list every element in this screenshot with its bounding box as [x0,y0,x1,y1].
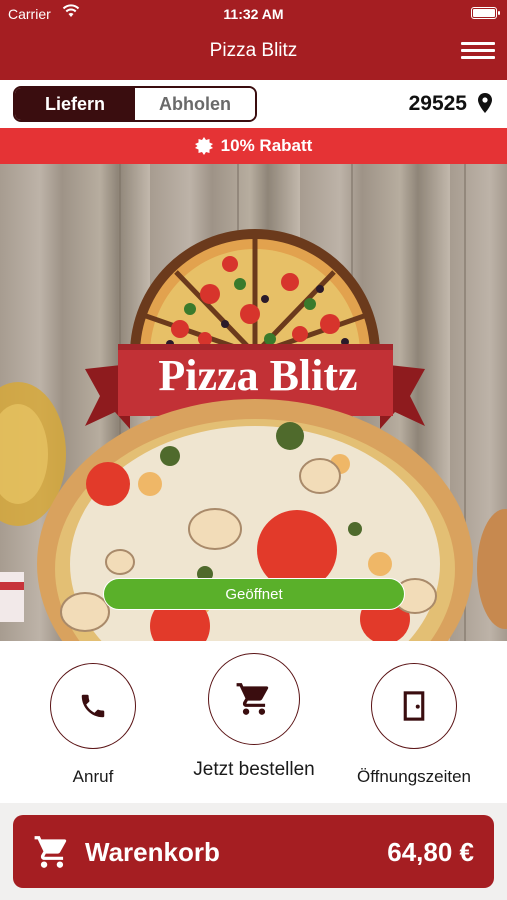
hamburger-menu-icon[interactable] [461,38,495,64]
order-action[interactable]: Jetzt bestellen [184,653,324,781]
order-now-button[interactable] [208,653,300,745]
discount-banner: 10% Rabatt [0,128,507,164]
hero-image: Pizza Blitz Geöffnet [0,164,507,641]
quick-actions: Anruf Jetzt bestellen Öffnungszeiten [0,641,507,803]
discount-text: 10% Rabatt [220,136,313,155]
hours-action[interactable]: Öffnungszeiten [344,663,484,787]
pickup-tab[interactable]: Abholen [135,88,255,120]
header-bar: Carrier 11:32 AM Pizza Blitz [0,0,507,80]
order-now-label: Jetzt bestellen [193,759,315,780]
logo-pizza-graphic [130,229,380,357]
location-pin-icon[interactable] [478,93,492,118]
page-title: Pizza Blitz [209,40,298,61]
cart-label: Warenkorb [85,837,220,867]
postal-code[interactable]: 29525 [409,92,467,116]
call-action[interactable]: Anruf [23,663,163,787]
call-label: Anruf [72,767,114,786]
cart-icon [34,836,67,868]
opening-hours-button[interactable] [371,663,457,749]
door-icon [403,691,425,721]
open-status-badge: Geöffnet [103,578,405,610]
opening-hours-label: Öffnungszeiten [356,767,472,786]
badge-icon [194,137,213,155]
call-button[interactable] [50,663,136,749]
clock: 11:32 AM [223,6,284,22]
status-bar: Carrier 11:32 AM [0,0,507,26]
deliver-tab[interactable]: Liefern [15,88,135,120]
cart-total: 64,80 € [387,837,474,867]
battery-icon [471,7,500,19]
order-mode-row: Liefern Abholen 29525 [0,80,507,128]
logo-text: Pizza Blitz [158,351,357,400]
order-mode-toggle: Liefern Abholen [13,86,257,122]
phone-icon [81,694,105,718]
cart-button[interactable]: Warenkorb 64,80 € [13,815,494,888]
shopping-cart-icon [236,683,269,715]
